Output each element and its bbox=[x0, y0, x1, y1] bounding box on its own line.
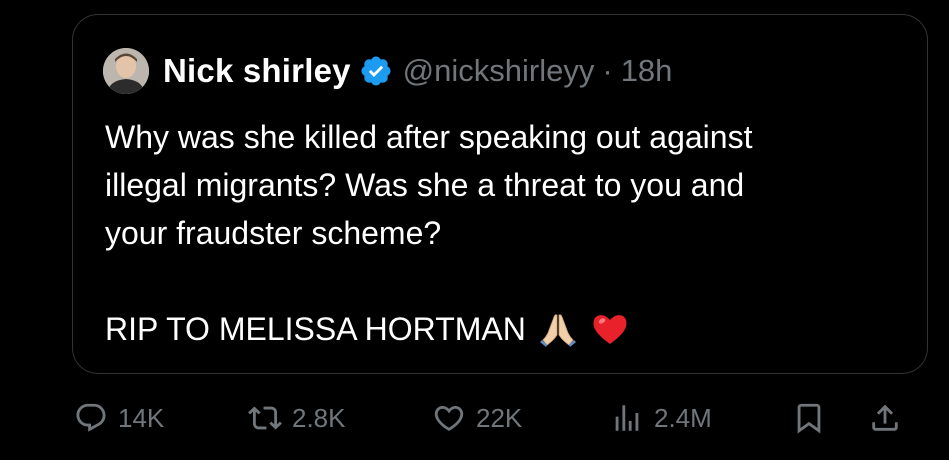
tweet-timestamp[interactable]: 18h bbox=[621, 53, 673, 89]
avatar[interactable] bbox=[103, 48, 149, 94]
reply-count: 14K bbox=[118, 402, 165, 433]
rip-text: RIP TO MELISSA HORTMAN bbox=[105, 311, 526, 347]
views-chart-icon bbox=[610, 401, 644, 435]
quoted-tweet-card[interactable]: Nick shirley @nickshirleyy · 18h Why was… bbox=[72, 14, 928, 374]
author-handle[interactable]: @nickshirleyy bbox=[403, 53, 595, 89]
verified-badge-icon bbox=[359, 54, 393, 88]
view-count: 2.4M bbox=[654, 402, 712, 433]
repost-button[interactable]: 2.8K bbox=[248, 394, 346, 442]
tweet-text-line: your fraudster scheme? bbox=[105, 215, 442, 251]
reply-button[interactable]: 14K bbox=[74, 394, 164, 442]
share-button[interactable] bbox=[868, 394, 902, 442]
tweet-text-line: Why was she killed after speaking out ag… bbox=[105, 119, 753, 155]
tweet-text-line: illegal migrants? Was she a threat to yo… bbox=[105, 167, 745, 203]
heart-icon bbox=[432, 401, 466, 435]
author-display-name[interactable]: Nick shirley bbox=[163, 52, 351, 90]
like-count: 22K bbox=[476, 402, 523, 433]
separator-dot: · bbox=[602, 53, 613, 88]
like-button[interactable]: 22K bbox=[432, 394, 522, 442]
views-button[interactable]: 2.4M bbox=[610, 394, 712, 442]
bookmark-button[interactable] bbox=[792, 394, 826, 442]
tweet-header: Nick shirley @nickshirleyy · 18h bbox=[103, 45, 672, 97]
red-heart-emoji bbox=[590, 309, 630, 349]
reply-icon bbox=[74, 401, 108, 435]
folded-hands-emoji bbox=[538, 309, 578, 349]
bookmark-icon bbox=[792, 401, 826, 435]
share-icon bbox=[868, 401, 902, 435]
repost-count: 2.8K bbox=[292, 402, 346, 433]
tweet-actions-bar: 14K 2.8K 22K 2.4M bbox=[72, 394, 928, 442]
tweet-text: Why was she killed after speaking out ag… bbox=[105, 113, 905, 353]
repost-icon bbox=[248, 401, 282, 435]
tweet-rip-line: RIP TO MELISSA HORTMAN bbox=[105, 305, 905, 353]
